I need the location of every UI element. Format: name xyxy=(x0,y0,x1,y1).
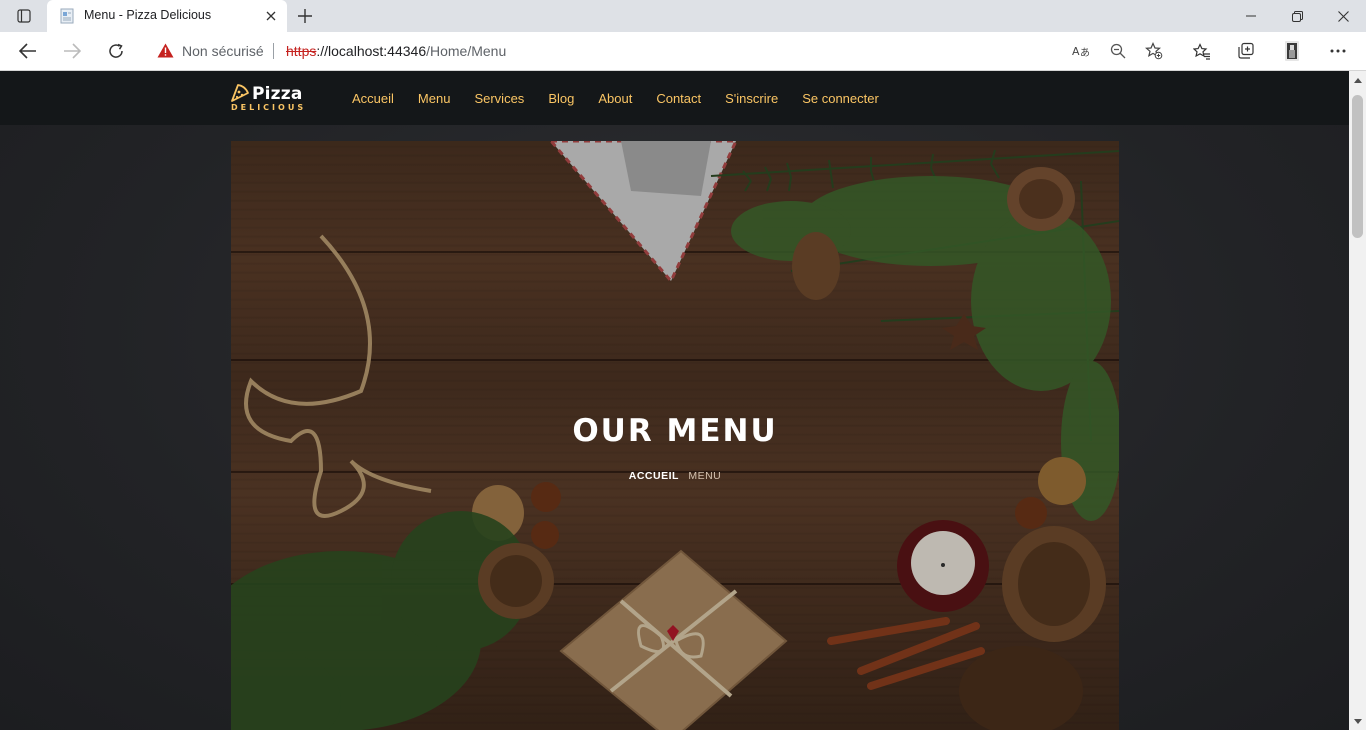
pizza-slice-icon xyxy=(231,84,249,102)
page-favicon-icon xyxy=(59,8,75,24)
page-title: OUR MENU xyxy=(572,413,778,449)
more-icon[interactable] xyxy=(1322,36,1354,66)
svg-text:あ: あ xyxy=(1080,47,1090,58)
svg-text:A: A xyxy=(1072,45,1080,58)
main-nav: Accueil Menu Services Blog About Contact… xyxy=(352,91,903,106)
page-scrollbar[interactable] xyxy=(1349,71,1366,730)
breadcrumb-current: MENU xyxy=(688,470,722,482)
site-logo[interactable]: Pizza DELICIOUS xyxy=(230,83,320,113)
url-scheme: https xyxy=(286,43,317,59)
nav-link-contact[interactable]: Contact xyxy=(656,91,701,106)
refresh-icon[interactable] xyxy=(100,36,132,66)
tab-title: Menu - Pizza Delicious xyxy=(84,8,212,22)
nav-link-about[interactable]: About xyxy=(598,91,632,106)
browser-tab-bar: Menu - Pizza Delicious xyxy=(0,0,1366,32)
tab-actions-icon[interactable] xyxy=(10,4,38,28)
url-path: /Home/Menu xyxy=(426,43,507,59)
close-window-icon[interactable] xyxy=(1320,0,1366,32)
restore-icon[interactable] xyxy=(1274,0,1320,32)
scroll-down-arrow-icon[interactable] xyxy=(1349,714,1366,728)
close-tab-icon[interactable] xyxy=(263,8,279,24)
profile-icon[interactable] xyxy=(1276,36,1308,66)
breadcrumb-home-link[interactable]: ACCUEIL xyxy=(629,470,679,482)
nav-link-accueil[interactable]: Accueil xyxy=(352,91,394,106)
add-favorite-icon[interactable] xyxy=(1143,41,1165,61)
breadcrumb: ACCUEIL MENU xyxy=(231,470,1119,482)
favorites-icon[interactable] xyxy=(1186,36,1218,66)
address-bar[interactable]: Non sécurisé https://localhost:44346/Hom… xyxy=(145,36,1175,66)
minimize-icon[interactable] xyxy=(1228,0,1274,32)
security-status-label[interactable]: Non sécurisé xyxy=(182,43,264,59)
nav-link-services[interactable]: Services xyxy=(474,91,524,106)
scroll-up-arrow-icon[interactable] xyxy=(1349,73,1366,87)
nav-link-sinscrire[interactable]: S'inscrire xyxy=(725,91,778,106)
logo-subtitle: DELICIOUS xyxy=(231,103,307,112)
page-viewport: Pizza DELICIOUS Accueil Menu Services Bl… xyxy=(0,71,1366,730)
site-header: Pizza DELICIOUS Accueil Menu Services Bl… xyxy=(0,71,1349,125)
url-text[interactable]: https://localhost:44346/Home/Menu xyxy=(286,43,506,59)
collections-icon[interactable] xyxy=(1230,36,1262,66)
read-aloud-icon[interactable]: Aあ xyxy=(1070,41,1092,61)
back-arrow-icon[interactable] xyxy=(12,36,44,66)
nav-link-blog[interactable]: Blog xyxy=(548,91,574,106)
browser-toolbar: Non sécurisé https://localhost:44346/Hom… xyxy=(0,32,1366,71)
logo-name: Pizza xyxy=(252,84,303,104)
nav-link-se-connecter[interactable]: Se connecter xyxy=(802,91,879,106)
hero-banner: OUR MENU ACCUEIL MENU xyxy=(231,141,1119,730)
forward-arrow-icon[interactable] xyxy=(56,36,88,66)
nav-link-menu[interactable]: Menu xyxy=(418,91,451,106)
browser-tab[interactable]: Menu - Pizza Delicious xyxy=(47,0,287,32)
warning-icon[interactable] xyxy=(157,43,174,58)
zoom-out-icon[interactable] xyxy=(1107,41,1129,61)
url-host: ://localhost:44346 xyxy=(316,43,427,59)
scroll-thumb[interactable] xyxy=(1352,95,1363,238)
new-tab-plus-icon[interactable] xyxy=(293,4,317,28)
address-divider xyxy=(273,43,274,59)
